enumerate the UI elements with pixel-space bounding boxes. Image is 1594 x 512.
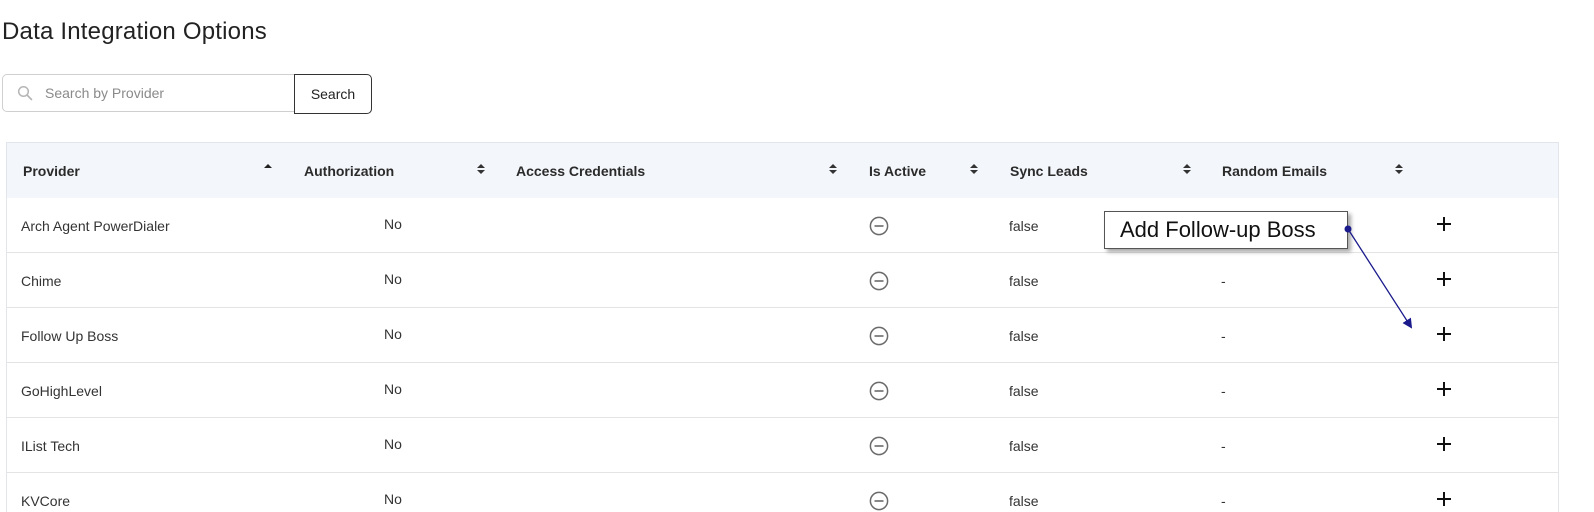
sync-leads-cell: false bbox=[1009, 327, 1039, 344]
search-button[interactable]: Search bbox=[294, 74, 372, 114]
sync-leads-cell: false bbox=[1009, 437, 1039, 454]
column-header-random-emails[interactable]: Random Emails bbox=[1222, 143, 1327, 198]
table-row: Follow Up Boss No false - bbox=[7, 308, 1558, 363]
add-integration-button[interactable] bbox=[1432, 487, 1456, 511]
provider-cell: KVCore bbox=[21, 492, 71, 509]
authorization-cell: No bbox=[384, 435, 402, 452]
search-input[interactable] bbox=[43, 84, 277, 102]
is-active-cell bbox=[869, 418, 889, 473]
authorization-cell: No bbox=[384, 380, 402, 397]
column-header-provider[interactable]: Provider bbox=[23, 143, 80, 198]
add-integration-button[interactable] bbox=[1432, 432, 1456, 456]
sync-leads-cell: false bbox=[1009, 492, 1039, 509]
column-label: Is Active bbox=[869, 162, 927, 179]
column-label: Access Credentials bbox=[516, 162, 646, 179]
add-integration-button[interactable] bbox=[1432, 377, 1456, 401]
authorization-cell: No bbox=[384, 270, 402, 287]
sort-icon[interactable] bbox=[969, 162, 979, 176]
column-label: Provider bbox=[23, 162, 80, 179]
is-active-cell bbox=[869, 363, 889, 418]
table-header: Provider Authorization Access Credential… bbox=[7, 143, 1558, 198]
is-active-cell bbox=[869, 308, 889, 363]
sort-icon[interactable] bbox=[1394, 162, 1404, 176]
table-row: KVCore No false - bbox=[7, 473, 1558, 512]
page-title: Data Integration Options bbox=[2, 18, 267, 45]
minus-circle-icon bbox=[869, 436, 889, 455]
provider-cell: IList Tech bbox=[21, 437, 80, 454]
plus-icon bbox=[1437, 382, 1451, 396]
table-row: Chime No false - bbox=[7, 253, 1558, 308]
provider-cell: Arch Agent PowerDialer bbox=[21, 217, 170, 234]
search-bar: Search bbox=[2, 74, 372, 114]
authorization-cell: No bbox=[384, 215, 402, 232]
sync-leads-cell: false bbox=[1009, 382, 1039, 399]
column-label: Authorization bbox=[304, 162, 395, 179]
integrations-table: Provider Authorization Access Credential… bbox=[6, 142, 1559, 512]
column-header-authorization[interactable]: Authorization bbox=[304, 143, 394, 198]
authorization-cell: No bbox=[384, 325, 402, 342]
sort-icon[interactable] bbox=[1182, 162, 1192, 176]
column-header-sync-leads[interactable]: Sync Leads bbox=[1010, 143, 1088, 198]
table-row: IList Tech No false - bbox=[7, 418, 1558, 473]
plus-icon bbox=[1437, 437, 1451, 451]
provider-cell: Chime bbox=[21, 272, 62, 289]
random-emails-cell: - bbox=[1221, 437, 1226, 454]
provider-cell: GoHighLevel bbox=[21, 382, 102, 399]
authorization-cell: No bbox=[384, 490, 402, 507]
is-active-cell bbox=[869, 253, 889, 308]
column-header-is-active[interactable]: Is Active bbox=[869, 143, 926, 198]
sort-icon[interactable] bbox=[476, 162, 486, 176]
minus-circle-icon bbox=[869, 381, 889, 400]
annotation-callout: Add Follow-up Boss bbox=[1104, 211, 1348, 249]
plus-icon bbox=[1437, 327, 1451, 341]
random-emails-cell: - bbox=[1221, 272, 1226, 289]
column-header-access-credentials[interactable]: Access Credentials bbox=[516, 143, 645, 198]
search-field[interactable] bbox=[2, 74, 295, 112]
minus-circle-icon bbox=[869, 491, 889, 510]
is-active-cell bbox=[869, 473, 889, 512]
plus-icon bbox=[1437, 217, 1451, 231]
plus-icon bbox=[1437, 272, 1451, 286]
sync-leads-cell: false bbox=[1009, 217, 1039, 234]
minus-circle-icon bbox=[869, 326, 889, 345]
column-label: Random Emails bbox=[1222, 162, 1328, 179]
sort-icon[interactable] bbox=[828, 162, 838, 176]
plus-icon bbox=[1437, 492, 1451, 506]
table-row: GoHighLevel No false - bbox=[7, 363, 1558, 418]
add-integration-button[interactable] bbox=[1432, 322, 1456, 346]
search-icon bbox=[17, 85, 33, 101]
add-integration-button[interactable] bbox=[1432, 212, 1456, 236]
minus-circle-icon bbox=[869, 216, 889, 235]
random-emails-cell: - bbox=[1221, 382, 1226, 399]
add-integration-button[interactable] bbox=[1432, 267, 1456, 291]
random-emails-cell: - bbox=[1221, 327, 1226, 344]
provider-cell: Follow Up Boss bbox=[21, 327, 119, 344]
random-emails-cell: - bbox=[1221, 492, 1226, 509]
sort-ascending-icon[interactable] bbox=[263, 162, 273, 176]
sync-leads-cell: false bbox=[1009, 272, 1039, 289]
column-label: Sync Leads bbox=[1010, 162, 1088, 179]
minus-circle-icon bbox=[869, 271, 889, 290]
is-active-cell bbox=[869, 198, 889, 253]
